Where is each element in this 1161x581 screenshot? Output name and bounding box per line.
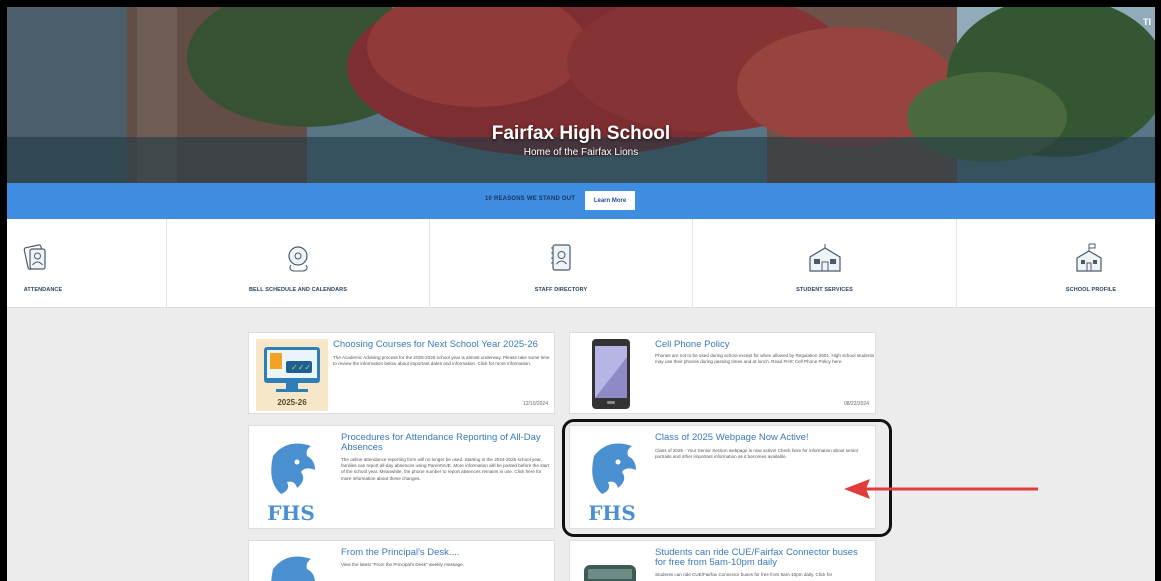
school-subtitle: Home of the Fairfax Lions xyxy=(523,147,639,158)
quicklink-label: ATTENDANCE xyxy=(23,287,63,293)
news-card-courses[interactable]: ✓✓✓ 2025-26 Choosing Courses for Next Sc… xyxy=(248,332,555,414)
courses-thumbnail: ✓✓✓ 2025-26 xyxy=(256,339,328,411)
svg-text:✓✓✓: ✓✓✓ xyxy=(291,363,311,372)
lion-logo-icon: FHS xyxy=(267,443,315,524)
learn-more-button[interactable]: Learn More xyxy=(585,191,635,210)
news-text: The online attendance reporting form wil… xyxy=(341,457,550,481)
news-title[interactable]: From the Principal's Desk.... xyxy=(341,548,561,558)
news-title[interactable]: Choosing Courses for Next School Year 20… xyxy=(333,340,553,350)
lion-logo-icon xyxy=(271,556,315,581)
reasons-text: 10 REASONS WE STAND OUT xyxy=(485,196,576,202)
directory-icon xyxy=(551,244,571,271)
news-title[interactable]: Procedures for Attendance Reporting of A… xyxy=(341,433,546,453)
quicklink-attendance[interactable]: ATTENDANCE xyxy=(7,219,167,308)
news-date: 08/22/2024 xyxy=(843,401,869,407)
news-text: View the latest "From the Principal's De… xyxy=(341,562,465,567)
quicklink-student-services[interactable]: STUDENT SERVICES xyxy=(693,219,957,308)
news-text: Students can ride CUE/Fairfax Connector … xyxy=(655,572,833,577)
reasons-banner: 10 REASONS WE STAND OUT Learn More xyxy=(7,183,1155,219)
news-title[interactable]: Cell Phone Policy xyxy=(655,340,875,350)
news-card-principal[interactable]: From the Principal's Desk.... View the l… xyxy=(248,540,555,581)
bus-icon xyxy=(584,565,636,581)
news-date: 12/10/2024 xyxy=(522,401,548,407)
attendance-icon xyxy=(23,244,46,270)
student-services-icon xyxy=(808,244,841,272)
corner-text: TI xyxy=(1143,17,1151,27)
quick-links: ATTENDANCE BELL SCHEDULE AND CALENDARS S… xyxy=(7,219,1155,308)
news-title[interactable]: Students can ride CUE/Fairfax Connector … xyxy=(655,548,870,568)
news-card-attendance[interactable]: FHS Procedures for Attendance Reporting … xyxy=(248,425,555,529)
hero-banner: Fairfax High School Home of the Fairfax … xyxy=(7,7,1155,183)
quicklink-label: SCHOOL PROFILE xyxy=(1065,287,1117,293)
quicklink-label: BELL SCHEDULE AND CALENDARS xyxy=(248,287,348,293)
bell-icon xyxy=(288,246,308,272)
quicklink-bell-schedule[interactable]: BELL SCHEDULE AND CALENDARS xyxy=(167,219,430,308)
school-title: Fairfax High School xyxy=(491,123,671,144)
quicklink-label: STAFF DIRECTORY xyxy=(534,287,588,293)
news-text: Phones are not to be used during school … xyxy=(655,353,875,365)
page: Fairfax High School Home of the Fairfax … xyxy=(7,7,1155,581)
quicklink-label: STUDENT SERVICES xyxy=(796,287,853,293)
school-profile-icon xyxy=(1076,243,1102,272)
phone-icon xyxy=(592,339,630,409)
quicklink-school-profile[interactable]: SCHOOL PROFILE xyxy=(957,219,1155,308)
news-text: The Academic Advising process for the 20… xyxy=(333,355,550,367)
thumb-label: 2025-26 xyxy=(277,398,307,407)
thumb-label: FHS xyxy=(267,501,315,524)
red-arrow-icon xyxy=(844,479,1038,499)
news-card-cell-phone[interactable]: Cell Phone Policy Phones are not to be u… xyxy=(569,332,876,414)
news-card-buses[interactable]: Students can ride CUE/Fairfax Connector … xyxy=(569,540,876,581)
quicklink-staff-directory[interactable]: STAFF DIRECTORY xyxy=(430,219,693,308)
